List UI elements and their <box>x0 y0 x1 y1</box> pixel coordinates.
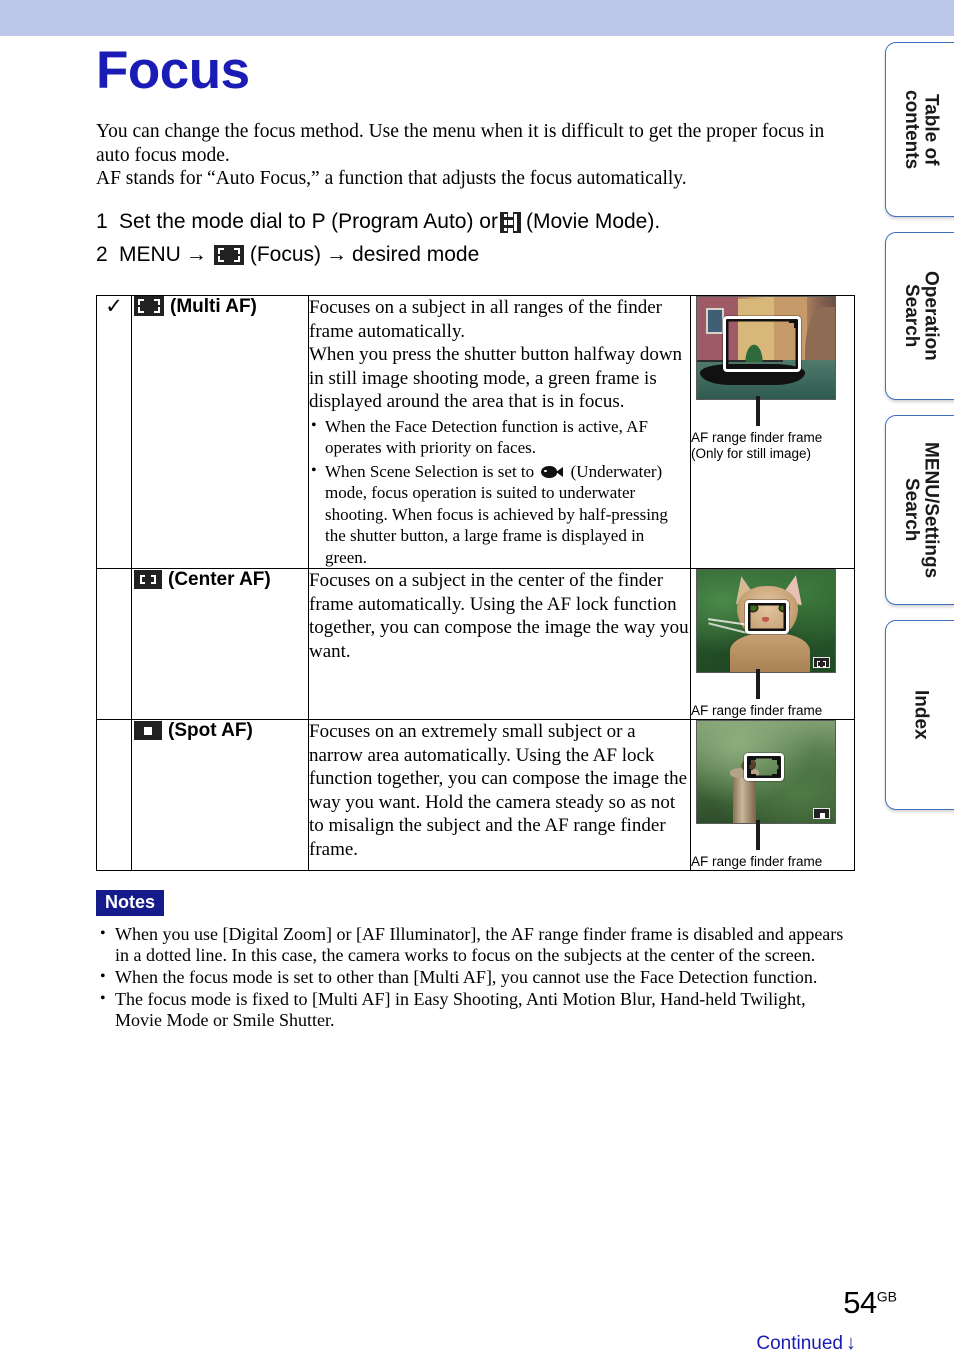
figure-caption: AF range finder frame <box>691 854 823 869</box>
figure-leader-line <box>696 396 836 426</box>
mode-name-cell: (Multi AF) <box>131 295 309 569</box>
mode-description: Focuses on a subject in all ranges of th… <box>309 297 683 412</box>
mode-description-cell: Focuses on a subject in the center of th… <box>308 568 691 720</box>
step-1-number: 1 <box>96 210 108 233</box>
figure-caption: AF range finder frame <box>691 703 823 718</box>
list-item: The focus mode is fixed to [Multi AF] in… <box>96 988 856 1031</box>
mode-description: Focuses on a subject in the center of th… <box>309 570 689 662</box>
page-number-value: 54 <box>843 1285 877 1320</box>
intro-paragraph: You can change the focus method. Use the… <box>96 120 841 191</box>
figure-center-af: AF range finder frame <box>691 569 843 719</box>
page-number: 54GB <box>843 1285 897 1321</box>
mode-name-multi-af: (Multi AF) <box>132 296 308 318</box>
step-2-desired-mode: desired mode <box>352 243 480 266</box>
mode-name-cell: (Spot AF) <box>131 719 309 871</box>
underwater-fish-icon <box>541 465 564 478</box>
continued-label: Continued <box>756 1333 843 1354</box>
sidebar-item-table-of-contents[interactable]: Table of contents <box>885 42 954 217</box>
mode-label: (Center AF) <box>168 569 271 590</box>
page-title: Focus <box>96 41 250 100</box>
arrow-right-icon-2: → <box>326 243 348 266</box>
checkmark-icon: ✓ <box>105 294 123 318</box>
table-row: (Spot AF) Focuses on an extremely small … <box>96 719 855 871</box>
mode-label: (Spot AF) <box>168 720 253 741</box>
default-check-cell <box>96 719 132 871</box>
list-item: When Scene Selection is set to (Underwat… <box>309 460 690 569</box>
figure-multi-af: AF range finder frame (Only for still ima… <box>691 296 843 462</box>
list-item: When the focus mode is set to other than… <box>96 966 856 988</box>
mode-figure-cell: AF range finder frame <box>690 568 855 720</box>
cat-photo <box>696 569 836 673</box>
notes-section: Notes When you use [Digital Zoom] or [AF… <box>96 890 856 1032</box>
arrow-down-icon: ↓ <box>846 1332 856 1354</box>
notes-list: When you use [Digital Zoom] or [AF Illum… <box>96 923 856 1031</box>
bird-on-stump-photo <box>696 720 836 824</box>
notes-label: Notes <box>96 890 165 916</box>
center-af-badge-icon <box>813 657 830 668</box>
focus-modes-table: ✓ (Multi AF) Focuses on a subject in all… <box>96 295 855 871</box>
list-item: When you use [Digital Zoom] or [AF Illum… <box>96 923 856 966</box>
sidebar-item-operation-search[interactable]: Operation Search <box>885 232 954 400</box>
film-strip-icon <box>499 211 521 233</box>
af-range-finder-frame-overlay <box>744 753 784 781</box>
step-2: 2 MENU → (Focus) → desired mode <box>96 243 856 267</box>
page-number-suffix: GB <box>876 1288 897 1305</box>
sidebar-item-label: Index <box>910 690 932 740</box>
bullet-text-before: When Scene Selection is set to <box>325 461 535 481</box>
figure-leader-line <box>696 820 836 850</box>
step-2-focus-label: (Focus) <box>249 243 322 266</box>
mode-description-cell: Focuses on a subject in all ranges of th… <box>308 295 691 569</box>
af-range-finder-frame-overlay <box>723 316 801 372</box>
step-1-text-after: (Movie Mode). <box>525 210 661 233</box>
sidebar-item-menu-settings-search[interactable]: MENU/Settings Search <box>885 415 954 605</box>
mode-bullets: When the Face Detection function is acti… <box>309 415 690 569</box>
step-2-number: 2 <box>96 243 108 266</box>
sidebar-item-label: Operation Search <box>901 271 942 361</box>
figure-caption: AF range finder frame (Only for still ima… <box>691 430 823 461</box>
mode-description: Focuses on an extremely small subject or… <box>309 721 688 860</box>
spot-af-badge-icon <box>813 808 830 819</box>
figure-spot-af: AF range finder frame <box>691 720 843 870</box>
mode-name-spot-af: (Spot AF) <box>132 720 308 742</box>
mode-description-cell: Focuses on an extremely small subject or… <box>308 719 691 871</box>
mode-label: (Multi AF) <box>170 296 257 317</box>
table-row: (Center AF) Focuses on a subject in the … <box>96 568 855 720</box>
table-row: ✓ (Multi AF) Focuses on a subject in all… <box>96 294 855 569</box>
step-1: 1 Set the mode dial to P (Program Auto) … <box>96 210 856 234</box>
sidebar-item-label: MENU/Settings Search <box>901 441 942 579</box>
step-1-text-before: Set the mode dial to P (Program Auto) or <box>119 210 498 233</box>
arrow-right-icon: → <box>185 243 207 266</box>
sidebar-item-label: Table of contents <box>901 89 942 170</box>
step-2-menu-label: MENU <box>119 243 181 266</box>
venice-canal-gondola-photo <box>696 296 836 400</box>
intro-text: You can change the focus method. Use the… <box>96 121 825 189</box>
center-af-icon <box>134 570 162 589</box>
list-item: When the Face Detection function is acti… <box>309 415 690 459</box>
mode-name-center-af: (Center AF) <box>132 569 308 591</box>
default-check-cell <box>96 568 132 720</box>
figure-leader-line <box>696 669 836 699</box>
header-band <box>0 0 954 36</box>
mode-name-cell: (Center AF) <box>131 568 309 720</box>
steps-list: 1 Set the mode dial to P (Program Auto) … <box>96 210 856 276</box>
sidebar-item-index[interactable]: Index <box>885 620 954 810</box>
default-check-cell: ✓ <box>96 294 132 569</box>
continued-link[interactable]: Continued ↓ <box>756 1332 856 1355</box>
multi-af-icon <box>134 296 164 316</box>
mode-figure-cell: AF range finder frame (Only for still ima… <box>690 295 855 569</box>
spot-af-icon <box>134 721 162 740</box>
multi-af-icon <box>213 245 244 265</box>
document-page: Table of contents Operation Search MENU/… <box>0 0 954 1369</box>
mode-figure-cell: AF range finder frame <box>690 719 855 871</box>
af-range-finder-frame-overlay <box>745 600 789 634</box>
